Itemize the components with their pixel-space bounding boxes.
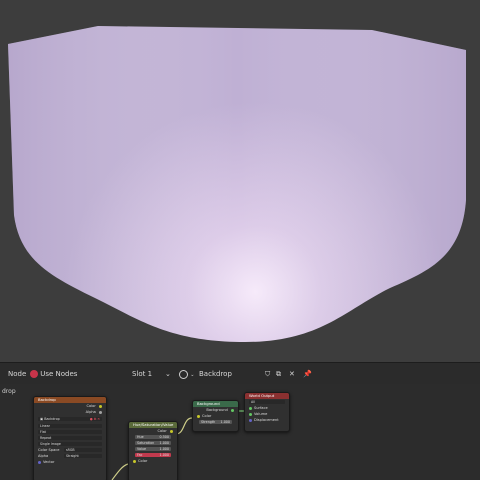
strength-value: 1.000 bbox=[220, 420, 230, 424]
input-vector-label: Vector bbox=[43, 460, 55, 464]
image-name: Backdrop bbox=[44, 417, 60, 421]
use-nodes-toggle[interactable]: Use Nodes bbox=[30, 363, 77, 385]
hsv-node[interactable]: Hue/Saturation/Value Color Hue 0.500 Satu… bbox=[128, 421, 178, 480]
background-color-label: Color bbox=[202, 414, 212, 418]
volume-socket[interactable] bbox=[249, 412, 252, 416]
projection-dropdown[interactable]: Flat bbox=[38, 430, 102, 434]
chevron-down-icon[interactable]: ⌄ bbox=[165, 363, 171, 385]
world-output-node[interactable]: World Output All Surface Volume Displace… bbox=[244, 392, 290, 432]
image-datablock-field[interactable]: ▣ Backdrop ● ⧉ ✕ bbox=[38, 417, 102, 421]
chevron-down-icon: ⌄ bbox=[190, 372, 195, 378]
backdrop-shading bbox=[8, 26, 466, 342]
strength-field[interactable]: Strength 1.000 bbox=[199, 420, 232, 424]
value-label: Value bbox=[137, 447, 147, 451]
hsv-input-color-socket[interactable] bbox=[133, 459, 136, 463]
volume-label: Volume bbox=[254, 412, 268, 416]
color-space-dropdown[interactable]: sRGB bbox=[64, 448, 102, 452]
color-space-label: Color Space bbox=[38, 448, 60, 452]
fac-label: Fac bbox=[137, 453, 143, 457]
background-output-label: Background bbox=[206, 408, 228, 412]
output-color-label: Color bbox=[86, 404, 96, 408]
fake-user-shield-icon[interactable]: ⛉ bbox=[265, 363, 270, 385]
saturation-value: 1.000 bbox=[159, 441, 169, 445]
surface-socket[interactable] bbox=[249, 406, 252, 410]
background-output-socket[interactable] bbox=[231, 408, 234, 412]
displacement-socket[interactable] bbox=[249, 418, 252, 422]
interpolation-dropdown[interactable]: Linear bbox=[38, 424, 102, 428]
world-selector[interactable]: ⌄ bbox=[179, 363, 194, 385]
extension-dropdown[interactable]: Repeat bbox=[38, 436, 102, 440]
image-icon: ▣ bbox=[40, 417, 44, 421]
saturation-label: Saturation bbox=[137, 441, 155, 445]
hsv-input-color-label: Color bbox=[138, 459, 148, 463]
hue-value: 0.500 bbox=[159, 435, 169, 439]
duplicate-icon[interactable]: ⧉ bbox=[276, 363, 281, 385]
value-value: 1.000 bbox=[159, 447, 169, 451]
image-texture-node[interactable]: Backdrop Color Alpha ▣ Backdrop ● ⧉ ✕ Li… bbox=[33, 396, 107, 480]
strength-row: Strength 1.000 bbox=[193, 419, 238, 425]
saturation-field[interactable]: Saturation 1.000 bbox=[135, 441, 171, 445]
strength-label: Strength bbox=[201, 420, 216, 424]
image-datablock-row: ▣ Backdrop ● ⧉ ✕ bbox=[34, 415, 106, 423]
source-dropdown[interactable]: Single Image bbox=[38, 442, 102, 446]
use-nodes-label: Use Nodes bbox=[40, 370, 78, 378]
input-vector-socket[interactable] bbox=[38, 460, 41, 464]
hue-field[interactable]: Hue 0.500 bbox=[135, 435, 171, 439]
background-node[interactable]: Background Background Color Strength 1.00… bbox=[192, 400, 239, 432]
background-color-socket[interactable] bbox=[197, 414, 200, 418]
editor-type-menu[interactable]: Node bbox=[8, 363, 26, 385]
slot-selector[interactable]: Slot 1 bbox=[132, 363, 152, 385]
unlink-close-icon[interactable]: ✕ bbox=[289, 363, 295, 385]
link-texture-to-hsv bbox=[111, 463, 129, 480]
world-name-field[interactable]: Backdrop bbox=[199, 363, 232, 385]
node-editor-canvas[interactable]: drop Backdrop Color Alpha ▣ Backdrop ● ⧉… bbox=[0, 384, 480, 480]
displacement-label: Displacement bbox=[254, 418, 279, 422]
output-alpha-label: Alpha bbox=[85, 410, 96, 414]
hsv-input-color-row: Color bbox=[129, 458, 177, 464]
input-vector-row: Vector bbox=[34, 459, 106, 465]
viewport-3d[interactable] bbox=[0, 0, 480, 362]
use-nodes-checkbox[interactable] bbox=[30, 370, 38, 378]
viewport-canvas[interactable] bbox=[0, 0, 480, 362]
alpha-mode-dropdown[interactable]: Straight bbox=[64, 454, 102, 458]
node-editor-header: Node Use Nodes Slot 1 ⌄ ⌄ Backdrop ⛉ ⧉ ✕… bbox=[0, 362, 480, 385]
link-hsv-to-background bbox=[175, 417, 193, 435]
image-datablock-icons[interactable]: ● ⧉ ✕ bbox=[90, 417, 100, 421]
world-icon bbox=[179, 369, 188, 379]
hue-label: Hue bbox=[137, 435, 144, 439]
hsv-output-color-label: Color bbox=[157, 429, 167, 433]
hsv-output-color-socket[interactable] bbox=[170, 429, 173, 433]
value-field[interactable]: Value 1.000 bbox=[135, 447, 171, 451]
fac-field[interactable]: Fac 1.000 bbox=[135, 453, 171, 457]
output-alpha-socket[interactable] bbox=[99, 410, 102, 414]
displacement-row: Displacement bbox=[245, 417, 289, 423]
pin-icon[interactable]: 📌 bbox=[303, 363, 312, 385]
fac-value: 1.000 bbox=[159, 453, 169, 457]
surface-label: Surface bbox=[254, 406, 268, 410]
output-color-socket[interactable] bbox=[99, 404, 102, 408]
alpha-mode-label: Alpha bbox=[38, 454, 49, 458]
target-dropdown[interactable]: All bbox=[249, 400, 285, 404]
